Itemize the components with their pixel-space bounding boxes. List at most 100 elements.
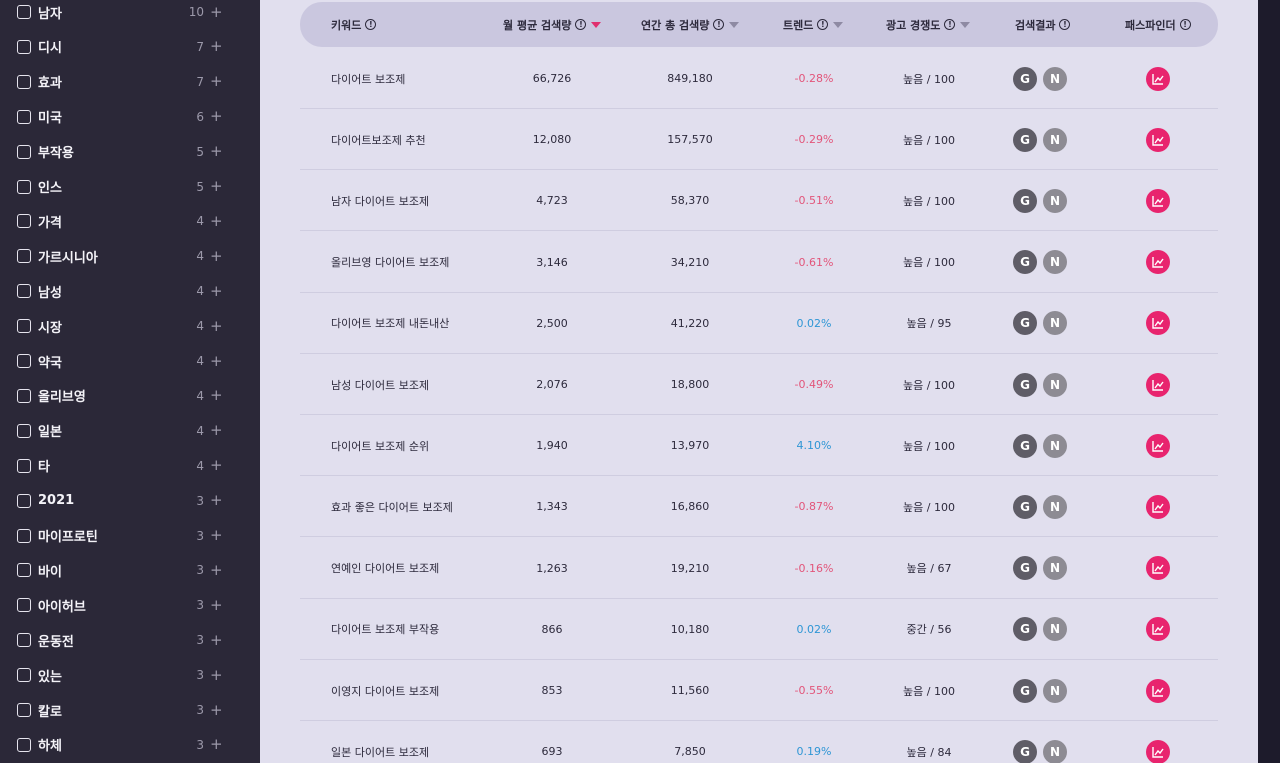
sort-icon[interactable] [729, 21, 740, 28]
naver-search-icon[interactable]: N [1043, 372, 1067, 397]
pathfinder-chart-icon[interactable] [1146, 678, 1170, 703]
google-search-icon[interactable]: G [1013, 311, 1037, 336]
naver-search-icon[interactable]: N [1043, 311, 1067, 336]
sidebar-keyword-item[interactable]: 마이프로틴 3 + [0, 522, 260, 550]
add-keyword-plus-icon[interactable]: + [210, 213, 223, 229]
add-keyword-plus-icon[interactable]: + [210, 528, 223, 543]
google-search-icon[interactable]: G [1013, 739, 1037, 763]
keyword-checkbox[interactable] [17, 39, 31, 54]
add-keyword-plus-icon[interactable]: + [210, 632, 223, 648]
info-icon[interactable]: ! [817, 19, 829, 30]
keyword-checkbox[interactable] [17, 74, 31, 89]
google-search-icon[interactable]: G [1013, 250, 1037, 275]
header-trend[interactable]: 트렌드 ! [783, 2, 844, 47]
keyword-cell[interactable]: 올리브영 다이어트 보조제 [331, 232, 449, 293]
add-keyword-plus-icon[interactable]: + [210, 423, 223, 438]
sidebar-keyword-item[interactable]: 올리브영 4 + [0, 382, 260, 410]
add-keyword-plus-icon[interactable]: + [210, 388, 223, 403]
google-search-icon[interactable]: G [1013, 127, 1037, 152]
pathfinder-chart-icon[interactable] [1146, 188, 1170, 213]
info-icon[interactable]: ! [575, 19, 587, 30]
keyword-checkbox[interactable] [17, 563, 31, 578]
keyword-cell[interactable]: 다이어트 보조제 부작용 [331, 599, 439, 660]
pathfinder-chart-icon[interactable] [1146, 127, 1170, 152]
sidebar-keyword-item[interactable]: 있는 3 + [0, 661, 260, 689]
pathfinder-chart-icon[interactable] [1146, 66, 1170, 91]
add-keyword-plus-icon[interactable]: + [210, 737, 223, 752]
add-keyword-plus-icon[interactable]: + [210, 4, 223, 20]
google-search-icon[interactable]: G [1013, 372, 1037, 397]
google-search-icon[interactable]: G [1013, 188, 1037, 213]
sidebar-keyword-item[interactable]: 효과 7 + [0, 68, 260, 96]
naver-search-icon[interactable]: N [1043, 617, 1067, 642]
sidebar-keyword-item[interactable]: 남성 4 + [0, 277, 260, 305]
keyword-checkbox[interactable] [17, 423, 31, 438]
sidebar-keyword-item[interactable]: 칼로 3 + [0, 696, 260, 724]
keyword-checkbox[interactable] [17, 528, 31, 543]
info-icon[interactable]: ! [713, 19, 725, 30]
keyword-checkbox[interactable] [17, 388, 31, 403]
sort-icon[interactable] [833, 21, 844, 28]
header-monthly-search[interactable]: 월 평균 검색량 ! [503, 2, 602, 47]
keyword-checkbox[interactable] [17, 737, 31, 752]
keyword-cell[interactable]: 남성 다이어트 보조제 [331, 354, 429, 415]
keyword-checkbox[interactable] [17, 319, 31, 334]
keyword-checkbox[interactable] [17, 598, 31, 613]
keyword-checkbox[interactable] [17, 179, 31, 194]
keyword-cell[interactable]: 남자 다이어트 보조제 [331, 170, 429, 231]
keyword-cell[interactable]: 효과 좋은 다이어트 보조제 [331, 476, 453, 537]
keyword-cell[interactable]: 연예인 다이어트 보조제 [331, 538, 439, 599]
keyword-checkbox[interactable] [17, 633, 31, 648]
sidebar-keyword-item[interactable]: 인스 5 + [0, 173, 260, 201]
sidebar-keyword-item[interactable]: 부작용 5 + [0, 138, 260, 166]
sort-desc-icon[interactable] [591, 21, 602, 28]
naver-search-icon[interactable]: N [1043, 433, 1067, 458]
pathfinder-chart-icon[interactable] [1146, 250, 1170, 275]
sidebar-keyword-item[interactable]: 아이허브 3 + [0, 591, 260, 619]
add-keyword-plus-icon[interactable]: + [210, 144, 223, 159]
add-keyword-plus-icon[interactable]: + [210, 39, 223, 54]
pathfinder-chart-icon[interactable] [1146, 739, 1170, 763]
add-keyword-plus-icon[interactable]: + [210, 562, 223, 578]
add-keyword-plus-icon[interactable]: + [210, 74, 223, 89]
keyword-checkbox[interactable] [17, 109, 31, 124]
info-icon[interactable]: ! [944, 19, 956, 30]
google-search-icon[interactable]: G [1013, 494, 1037, 519]
naver-search-icon[interactable]: N [1043, 556, 1067, 581]
pathfinder-chart-icon[interactable] [1146, 617, 1170, 642]
naver-search-icon[interactable]: N [1043, 250, 1067, 275]
keyword-checkbox[interactable] [17, 144, 31, 159]
keyword-checkbox[interactable] [17, 284, 31, 299]
sidebar-keyword-item[interactable]: 2021 3 + [0, 487, 260, 515]
google-search-icon[interactable]: G [1013, 678, 1037, 703]
add-keyword-plus-icon[interactable]: + [210, 702, 223, 718]
add-keyword-plus-icon[interactable]: + [210, 283, 223, 299]
naver-search-icon[interactable]: N [1043, 127, 1067, 152]
sidebar-keyword-item[interactable]: 운동전 3 + [0, 626, 260, 654]
pathfinder-chart-icon[interactable] [1146, 556, 1170, 581]
add-keyword-plus-icon[interactable]: + [210, 109, 223, 124]
keyword-cell[interactable]: 다이어트 보조제 내돈내산 [331, 293, 449, 354]
naver-search-icon[interactable]: N [1043, 739, 1067, 763]
pathfinder-chart-icon[interactable] [1146, 372, 1170, 397]
add-keyword-plus-icon[interactable]: + [210, 458, 223, 473]
keyword-checkbox[interactable] [17, 703, 31, 717]
add-keyword-plus-icon[interactable]: + [210, 179, 223, 194]
add-keyword-plus-icon[interactable]: + [210, 667, 223, 683]
sidebar-keyword-item[interactable]: 일본 4 + [0, 417, 260, 445]
sidebar-keyword-item[interactable]: 시장 4 + [0, 312, 260, 340]
naver-search-icon[interactable]: N [1043, 188, 1067, 213]
sort-icon[interactable] [960, 21, 971, 28]
add-keyword-plus-icon[interactable]: + [210, 248, 223, 264]
keyword-cell[interactable]: 다이어트 보조제 [331, 48, 405, 109]
keyword-checkbox[interactable] [17, 249, 31, 264]
keyword-checkbox[interactable] [17, 458, 31, 473]
naver-search-icon[interactable]: N [1043, 678, 1067, 703]
sidebar-keyword-item[interactable]: 하체 3 + [0, 731, 260, 759]
keyword-checkbox[interactable] [17, 5, 31, 19]
google-search-icon[interactable]: G [1013, 556, 1037, 581]
keyword-cell[interactable]: 다이어트 보조제 순위 [331, 415, 429, 476]
keyword-checkbox[interactable] [17, 493, 31, 508]
sidebar-keyword-item[interactable]: 가르시니아 4 + [0, 242, 260, 270]
sidebar-keyword-item[interactable]: 미국 6 + [0, 103, 260, 131]
